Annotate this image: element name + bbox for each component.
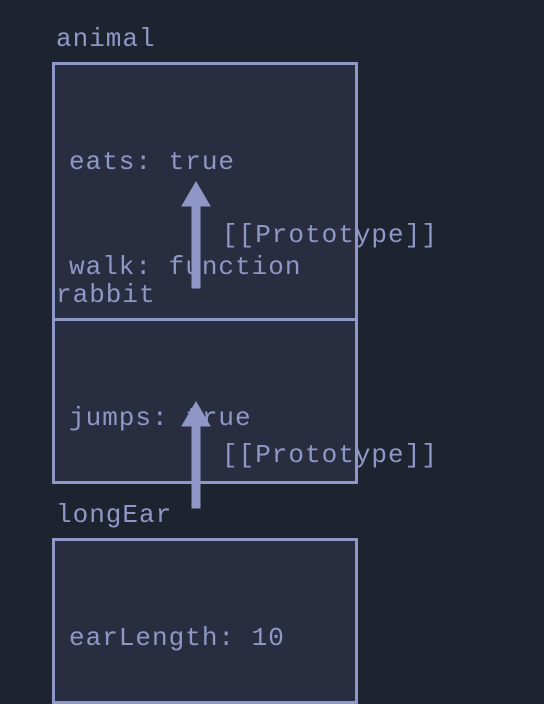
object-label-rabbit: rabbit [56,280,156,310]
arrow-longear-to-rabbit: [[Prototype]] [178,400,438,510]
prop-longear-earlength: earLength: 10 [69,621,341,656]
prototype-label-longear: [[Prototype]] [222,440,438,470]
object-label-longear: longEar [56,500,172,530]
object-label-animal: animal [56,24,156,54]
arrow-rabbit-to-animal: [[Prototype]] [178,180,438,290]
arrow-up-icon [178,400,214,510]
prototype-label-rabbit: [[Prototype]] [222,220,438,250]
object-box-longear: earLength: 10 [52,538,358,704]
prop-animal-eats: eats: true [69,145,341,180]
arrow-up-icon [178,180,214,290]
